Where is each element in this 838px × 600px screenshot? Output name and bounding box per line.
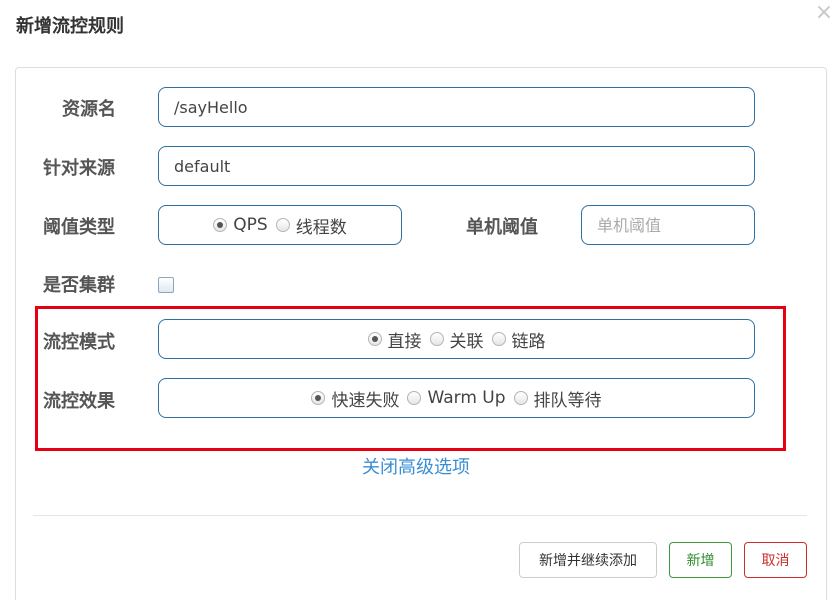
- radio-checked-icon[interactable]: [367, 332, 382, 346]
- strategy-group: 直接 关联 链路: [158, 319, 755, 359]
- radio-unchecked-icon[interactable]: [275, 218, 290, 232]
- behavior-fail-fast-option[interactable]: 快速失败: [311, 386, 399, 411]
- radio-unchecked-icon[interactable]: [513, 391, 528, 405]
- close-advanced-options-link[interactable]: 关闭高级选项: [362, 456, 470, 480]
- close-icon[interactable]: ×: [814, 2, 834, 24]
- footer-divider: [33, 515, 807, 516]
- single-threshold-label: 单机阈值: [466, 217, 538, 238]
- control-behavior-group: 快速失败 Warm Up 排队等待: [158, 378, 755, 418]
- radio-unchecked-icon[interactable]: [429, 332, 444, 346]
- behavior-queue-option[interactable]: 排队等待: [513, 386, 602, 411]
- behavior-queue-label: 排队等待: [533, 390, 602, 411]
- add-flow-rule-dialog: 新增流控规则 × 资源名 针对来源 阈值类型 QPS 线程数 单机阈值 是否集群…: [0, 0, 838, 600]
- threshold-type-group: QPS 线程数: [158, 205, 402, 245]
- strategy-direct-label: 直接: [387, 331, 422, 352]
- cluster-mode-label: 是否集群: [43, 275, 115, 296]
- add-button[interactable]: 新增: [669, 542, 732, 578]
- radio-unchecked-icon[interactable]: [491, 332, 506, 346]
- radio-checked-icon[interactable]: [311, 391, 326, 405]
- threshold-type-label: 阈值类型: [43, 217, 115, 238]
- control-behavior-label: 流控效果: [43, 391, 115, 412]
- behavior-warm-up-label: Warm Up: [427, 388, 506, 408]
- limit-app-input[interactable]: [158, 146, 755, 186]
- strategy-label: 流控模式: [43, 332, 115, 353]
- threshold-type-qps-option[interactable]: QPS: [213, 215, 268, 235]
- strategy-chain-option[interactable]: 链路: [491, 327, 546, 352]
- radio-unchecked-icon[interactable]: [407, 391, 422, 405]
- resource-name-input[interactable]: [158, 87, 755, 127]
- strategy-relate-label: 关联: [449, 331, 484, 352]
- strategy-direct-option[interactable]: 直接: [367, 327, 422, 352]
- limit-app-label: 针对来源: [43, 158, 115, 179]
- resource-name-label: 资源名: [62, 99, 116, 120]
- behavior-fail-fast-label: 快速失败: [331, 390, 400, 411]
- add-and-continue-button[interactable]: 新增并继续添加: [519, 542, 657, 578]
- single-threshold-input[interactable]: [581, 205, 755, 245]
- behavior-warm-up-option[interactable]: Warm Up: [407, 388, 506, 408]
- cluster-mode-checkbox[interactable]: [158, 277, 174, 293]
- threshold-type-thread-option[interactable]: 线程数: [275, 213, 347, 238]
- dialog-title: 新增流控规则: [16, 16, 124, 37]
- strategy-relate-option[interactable]: 关联: [429, 327, 484, 352]
- radio-checked-icon[interactable]: [213, 218, 228, 232]
- threshold-type-qps-label: QPS: [233, 215, 268, 235]
- cancel-button[interactable]: 取消: [744, 542, 807, 578]
- threshold-type-thread-label: 线程数: [295, 217, 347, 238]
- strategy-chain-label: 链路: [511, 331, 546, 352]
